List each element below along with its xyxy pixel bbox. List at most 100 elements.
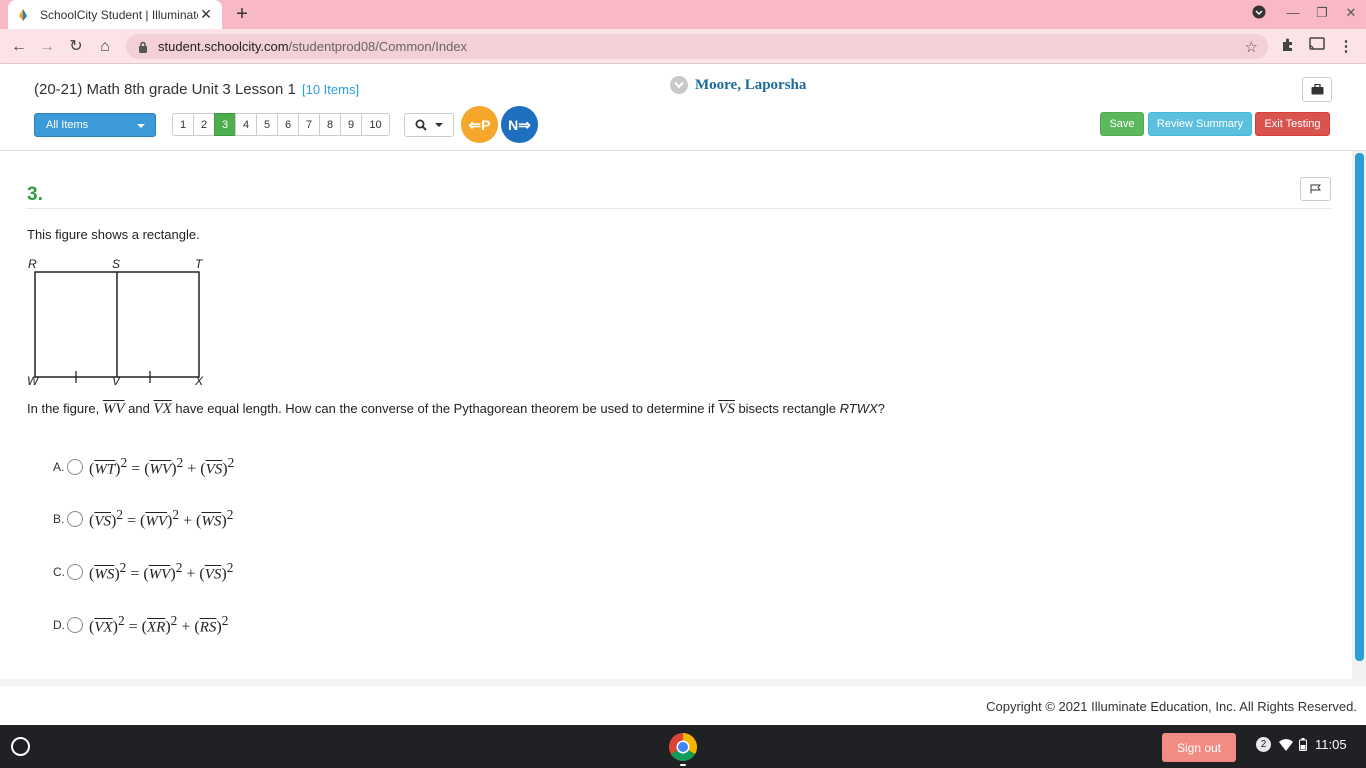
schoolcity-favicon-icon [19, 8, 27, 21]
running-indicator [680, 764, 686, 766]
student-name: Moore, Laporsha [695, 76, 807, 93]
choice-equation: (VX)2 = (XR)2 + (RS)2 [89, 613, 229, 636]
home-icon[interactable]: ⌂ [95, 37, 115, 57]
tools-button[interactable] [1302, 77, 1332, 102]
choice-equation: (VS)2 = (WV)2 + (WS)2 [89, 507, 234, 530]
label-t: T [195, 257, 204, 271]
notification-count-badge: 2 [1256, 737, 1271, 752]
launcher-icon[interactable] [11, 737, 30, 756]
previous-question-button[interactable]: ⇐ P [461, 106, 498, 143]
page-button-8[interactable]: 8 [319, 113, 341, 136]
radio-button[interactable] [67, 564, 83, 580]
page-button-2[interactable]: 2 [193, 113, 215, 136]
answer-choice-c[interactable]: C. (WS)2 = (WV)2 + (VS)2 [53, 559, 233, 585]
tab-title: SchoolCity Student | Illuminate E [40, 7, 198, 22]
profile-dropdown-icon[interactable] [1250, 5, 1268, 23]
student-menu[interactable]: Moore, Laporsha [670, 76, 806, 94]
stem-text: bisects rectangle [734, 401, 840, 416]
copyright-text: Copyright © 2021 Illuminate Education, I… [986, 699, 1357, 714]
label-x: X [194, 374, 204, 388]
restore-icon[interactable]: ❐ [1313, 5, 1331, 23]
question-pager: 1 2 3 4 5 6 7 8 9 10 [172, 113, 390, 136]
choice-letter: A. [53, 460, 65, 474]
status-tray[interactable]: 2 11:05 [1256, 737, 1347, 752]
choice-letter: D. [53, 618, 65, 632]
item-filter-label: All Items [46, 119, 89, 131]
minimize-icon[interactable]: — [1284, 5, 1302, 23]
label-r: R [28, 257, 37, 271]
battery-icon [1299, 738, 1307, 751]
caret-down-icon [435, 123, 443, 127]
segment-wv: WV [102, 401, 125, 417]
chevron-down-icon [670, 76, 688, 94]
url-host: student.schoolcity.com [158, 39, 289, 54]
scrollbar-thumb[interactable] [1355, 153, 1364, 661]
question-stem: In the figure, WV and VX have equal leng… [27, 401, 885, 418]
rectangle-name: RTWX [839, 401, 878, 416]
sign-out-button[interactable]: Sign out [1162, 733, 1236, 762]
page-button-9[interactable]: 9 [340, 113, 362, 136]
toolbar: ← → ↻ ⌂ student.schoolcity.com/studentpr… [0, 29, 1366, 64]
address-bar[interactable]: student.schoolcity.com/studentprod08/Com… [126, 34, 1268, 59]
save-button[interactable]: Save [1100, 112, 1144, 136]
lock-icon [139, 41, 147, 53]
radio-button[interactable] [67, 459, 83, 475]
answer-choice-d[interactable]: D. (VX)2 = (XR)2 + (RS)2 [53, 612, 228, 638]
question-intro: This figure shows a rectangle. [27, 227, 200, 242]
browser-tab[interactable]: SchoolCity Student | Illuminate E ✕ [8, 0, 222, 29]
bookmark-star-icon[interactable]: ☆ [1245, 38, 1258, 56]
page-button-3[interactable]: 3 [214, 113, 236, 136]
page-button-10[interactable]: 10 [361, 113, 390, 136]
radio-button[interactable] [67, 511, 83, 527]
exit-testing-button[interactable]: Exit Testing [1255, 112, 1330, 136]
search-icon [415, 119, 427, 131]
footer: Copyright © 2021 Illuminate Education, I… [0, 679, 1366, 725]
next-label: N [508, 116, 519, 133]
briefcase-icon [1311, 84, 1323, 95]
wifi-icon [1279, 738, 1293, 751]
forward-icon[interactable]: → [37, 37, 57, 57]
test-title: (20-21) Math 8th grade Unit 3 Lesson 1 [34, 81, 296, 98]
reload-icon[interactable]: ↻ [66, 37, 86, 57]
os-shelf: Sign out 2 11:05 [0, 725, 1366, 768]
search-dropdown-button[interactable] [404, 113, 454, 137]
question-number: 3. [27, 184, 43, 205]
next-question-button[interactable]: N ⇒ [501, 106, 538, 143]
page-title: (20-21) Math 8th grade Unit 3 Lesson 1 [… [34, 81, 359, 98]
segment-vs: VS [718, 401, 735, 417]
choice-letter: B. [53, 512, 65, 526]
chrome-icon[interactable] [668, 732, 698, 762]
close-window-icon[interactable]: ✕ [1342, 5, 1360, 23]
answer-choice-b[interactable]: B. (VS)2 = (WV)2 + (WS)2 [53, 506, 233, 532]
label-w: W [27, 374, 40, 388]
new-tab-icon[interactable]: + [232, 4, 252, 24]
back-icon[interactable]: ← [9, 37, 29, 57]
url-path: /studentprod08/Common/Index [288, 39, 468, 54]
page-button-7[interactable]: 7 [298, 113, 320, 136]
page-button-4[interactable]: 4 [235, 113, 257, 136]
stem-text: In the figure, [27, 401, 103, 416]
segment-vx: VX [153, 401, 172, 417]
menu-icon[interactable]: ⋮ [1336, 37, 1356, 57]
choice-equation: (WS)2 = (WV)2 + (VS)2 [89, 560, 234, 583]
page-button-1[interactable]: 1 [172, 113, 194, 136]
page-button-6[interactable]: 6 [277, 113, 299, 136]
review-summary-button[interactable]: Review Summary [1148, 112, 1252, 136]
tab-strip: SchoolCity Student | Illuminate E ✕ + — … [0, 0, 1366, 29]
arrow-left-icon: ⇐ [468, 116, 482, 134]
radio-button[interactable] [67, 617, 83, 633]
flag-button[interactable] [1300, 177, 1331, 201]
answer-choice-a[interactable]: A. (WT)2 = (WV)2 + (VS)2 [53, 454, 234, 480]
arrow-right-icon: ⇒ [518, 116, 531, 134]
item-filter-dropdown[interactable]: All Items [34, 113, 156, 137]
items-count-link[interactable]: [10 Items] [302, 82, 359, 97]
page-button-5[interactable]: 5 [256, 113, 278, 136]
close-tab-icon[interactable]: ✕ [198, 6, 214, 23]
cast-icon[interactable] [1307, 37, 1327, 57]
label-s: S [112, 257, 120, 271]
question-panel: 3. This figure shows a rectangle. R S T … [0, 151, 1352, 679]
clock: 11:05 [1315, 737, 1347, 752]
label-v: V [112, 374, 121, 388]
extensions-icon[interactable] [1278, 37, 1298, 57]
caret-down-icon [137, 124, 145, 128]
